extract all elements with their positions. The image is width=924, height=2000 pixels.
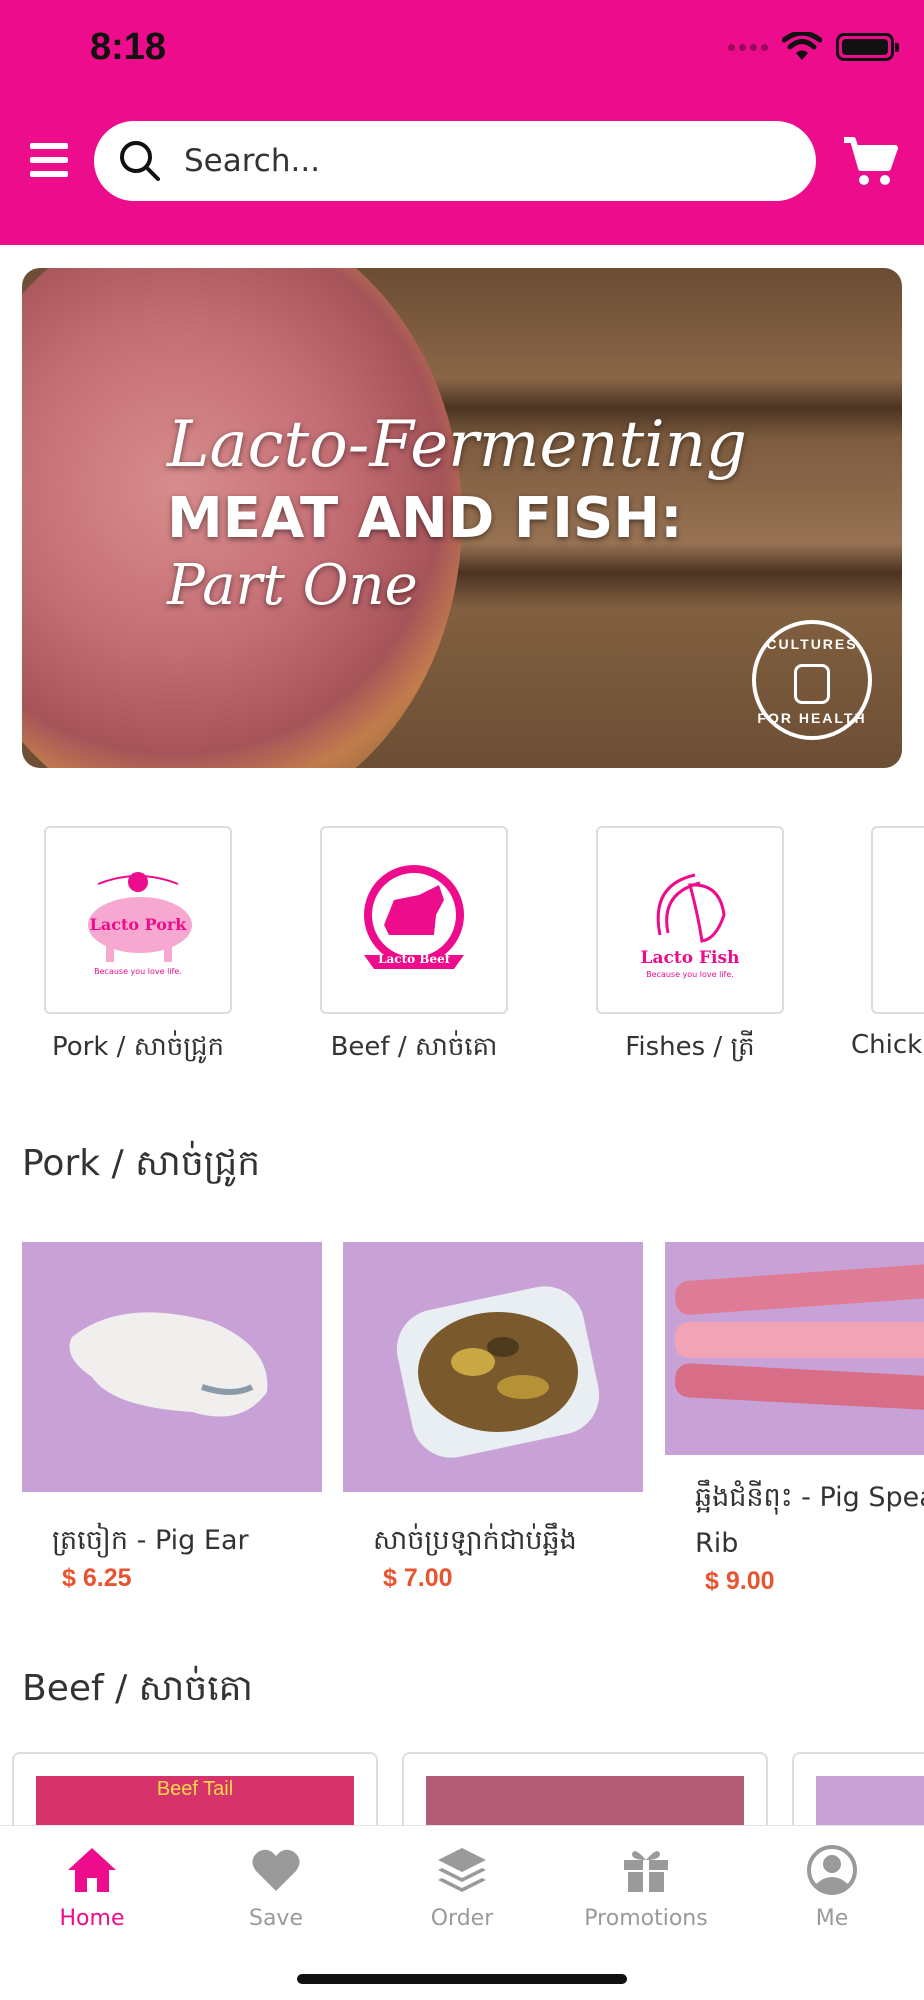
banner-line-2: MEAT AND FISH: [167,486,683,551]
layers-icon [438,1848,486,1892]
tab-home[interactable]: Home [0,1844,184,1931]
category-carousel[interactable]: Lacto Pork Because you love life. Pork /… [0,826,924,1066]
product-image [665,1242,924,1455]
user-icon [807,1845,857,1895]
pork-logo-tagline: Because you love life. [94,967,182,976]
product-image [816,1776,924,1832]
product-name: សាច់ប្រឡាក់ជាប់ឆ្អឹង [373,1525,577,1556]
product-image: Beef Tail [36,1776,354,1832]
product-image [343,1242,643,1492]
category-label: Chick [851,1030,923,1060]
tab-me[interactable]: Me [740,1844,924,1931]
product-card[interactable]: ត្រចៀក - Pig Ear $ 6.25 [22,1242,322,1593]
product-card[interactable]: Beef Tail [12,1752,378,1832]
category-pork[interactable]: Lacto Pork Because you love life. Pork /… [44,826,232,1066]
banner-line-1: Lacto-Fermenting [167,408,747,482]
status-icons [728,32,899,62]
banner-headline: Lacto-Fermenting MEAT AND FISH: Part One [167,408,747,618]
pork-logo-text: Lacto Pork [90,915,188,934]
tab-label: Save [248,1906,303,1931]
search-bar[interactable] [94,121,816,201]
hamburger-menu-icon[interactable] [30,143,68,177]
app-header: 8:18 [0,0,924,245]
product-price: $ 7.00 [383,1564,453,1592]
home-icon [68,1848,116,1892]
seal-top-text: CULTURES [766,636,858,652]
cellular-signal-icon [728,43,768,51]
tab-promotions[interactable]: Promotions [554,1844,738,1931]
beef-tail-label: Beef Tail [156,1778,234,1800]
status-time: 8:18 [90,26,167,68]
fish-logo-text: Lacto Fish [641,948,740,968]
product-image [22,1242,322,1492]
battery-icon [836,33,899,61]
tab-label: Order [430,1906,494,1931]
beef-logo-text: Lacto Beef [378,952,451,966]
lacto-pork-logo: Lacto Pork Because you love life. [44,826,232,1014]
wifi-icon [782,32,822,60]
tab-order[interactable]: Order [370,1844,554,1931]
category-label: Fishes / ត្រី [625,1032,755,1062]
shopping-cart-icon[interactable] [842,134,898,190]
search-input[interactable] [184,143,784,179]
section-title-pork: Pork / សាច់ជ្រូក [22,1143,261,1184]
pork-product-list[interactable]: ត្រចៀក - Pig Ear $ 6.25 សាច់ប្រឡាក់ជាប់ឆ… [0,1242,924,1612]
tab-label: Home [59,1906,125,1931]
gift-icon [624,1851,668,1892]
promo-banner[interactable]: Lacto-Fermenting MEAT AND FISH: Part One… [22,268,902,768]
search-icon [120,141,160,181]
product-price: $ 6.25 [62,1564,132,1592]
home-indicator [297,1974,627,1984]
jar-icon [794,664,830,704]
category-image [871,826,924,1014]
category-chicken[interactable]: Chick [851,826,924,1060]
heart-icon [252,1849,300,1891]
fish-logo-tagline: Because you love life. [646,970,734,979]
product-name: ឆ្អឹងជំនីពុះ - Pig Spear Rib [695,1482,924,1559]
tab-save[interactable]: Save [184,1844,368,1931]
beef-product-list[interactable]: Beef Tail [0,1752,924,1832]
product-card[interactable]: ឆ្អឹងជំនីពុះ - Pig Spear Rib $ 9.00 [665,1242,924,1596]
category-beef[interactable]: Lacto Beef Beef / សាច់គោ [320,826,508,1066]
product-price: $ 9.00 [705,1567,775,1595]
product-card[interactable]: សាច់ប្រឡាក់ជាប់ឆ្អឹង $ 7.00 [343,1242,643,1593]
product-card[interactable] [792,1752,924,1832]
seal-bottom-text: FOR HEALTH [757,710,867,726]
tab-label: Promotions [584,1906,708,1931]
lacto-beef-logo: Lacto Beef [320,826,508,1014]
category-label: Beef / សាច់គោ [330,1032,498,1062]
category-label: Pork / សាច់ជ្រូក [52,1032,224,1062]
product-image [426,1776,744,1832]
product-card[interactable] [402,1752,768,1832]
product-name: ត្រចៀក - Pig Ear [52,1525,249,1556]
category-fishes[interactable]: Lacto Fish Because you love life. Fishes… [596,826,784,1066]
banner-line-3: Part One [167,553,418,618]
lacto-fish-logo: Lacto Fish Because you love life. [596,826,784,1014]
cultures-for-health-seal: CULTURES FOR HEALTH [752,620,872,740]
section-title-beef: Beef / សាច់គោ [22,1668,253,1709]
tab-label: Me [815,1906,849,1931]
